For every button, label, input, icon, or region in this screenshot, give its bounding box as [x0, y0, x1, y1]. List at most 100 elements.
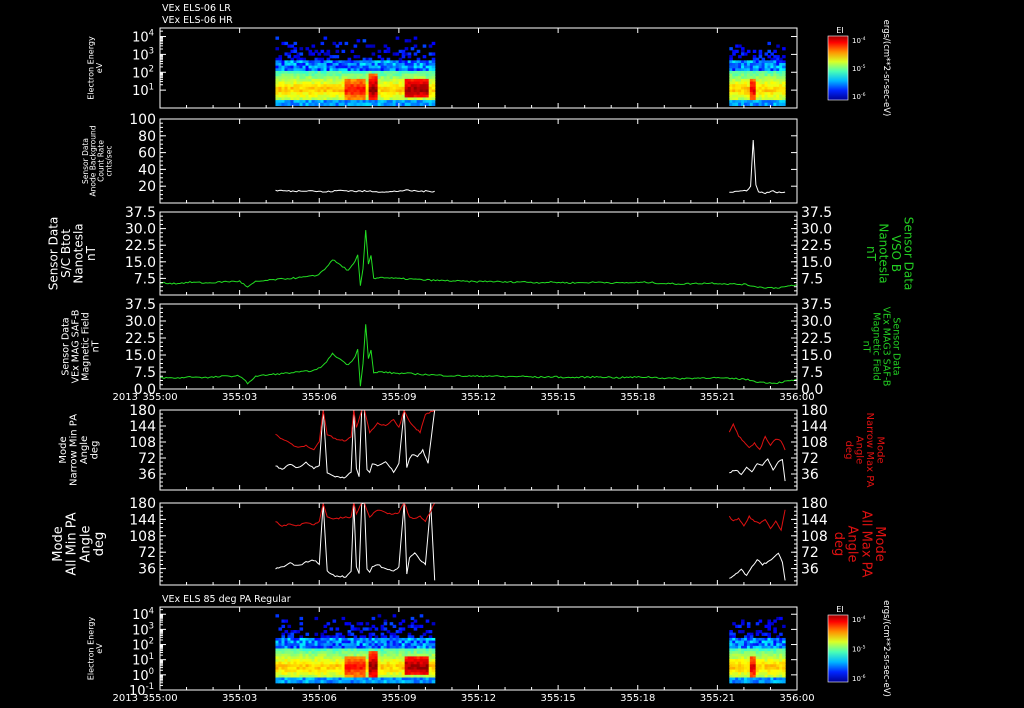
spectrogram-cell — [299, 47, 304, 51]
spectrogram-cell — [395, 52, 400, 56]
panel-title: VEx ELS-06 LR — [162, 3, 231, 14]
ylabel-mag-saf-b: Sensor DataVEx MAG SAF-BMagnetic FieldnT — [60, 310, 101, 384]
spectrogram-cell — [350, 49, 355, 54]
tick-base: 10 — [132, 669, 149, 684]
ylabel-anode-background: Sensor DataAnode BackgroundCount Ratecnt… — [81, 125, 114, 196]
spectrogram-cell — [377, 49, 382, 54]
spectrogram-cell — [776, 44, 780, 48]
axis-label-line: cnts/sec — [104, 146, 113, 177]
x-tick-label: 355:21 — [700, 693, 735, 704]
tick-exponent: 1 — [149, 81, 154, 91]
colorbar-units-text: ergs/(cm**2-sr-sec-eV) — [881, 20, 891, 117]
y-tick-label: 180 — [129, 496, 156, 512]
axis-label-line: Narrow Min PA — [68, 414, 79, 486]
panel-title: VEx ELS-06 HR — [162, 15, 233, 26]
spectrogram-els-energy-lr-hr — [275, 36, 786, 106]
y-tick-label: 102 — [132, 63, 154, 81]
series-group-mag-saf-b — [160, 324, 797, 387]
tick-base: 10 — [132, 623, 149, 638]
colorbar-units: ergs/(cm**2-sr-sec-eV) — [881, 20, 891, 117]
spectrogram-cell — [413, 36, 418, 40]
spectrogram-cell — [377, 614, 382, 618]
spectrogram-cell — [341, 616, 346, 621]
y-tick-label: 20 — [138, 179, 156, 195]
y-tick-label-right: 108 — [801, 529, 828, 545]
tick-exponent: 1 — [149, 651, 154, 661]
series-line-white — [729, 552, 786, 581]
panel-title: VEx ELS 85 deg PA Regular — [162, 594, 291, 605]
tick-exponent: -5 — [861, 64, 866, 70]
y-tick-label: 22.5 — [125, 238, 156, 254]
y-tick-label: 40 — [138, 162, 156, 178]
series-group-anode-background — [275, 139, 786, 195]
spectrogram-cell — [743, 52, 748, 56]
y-tick-label: 103 — [132, 46, 154, 64]
tick-exponent: 2 — [149, 63, 154, 73]
spectrogram-cell — [371, 52, 376, 56]
panel-frame-all-pa — [159, 502, 798, 586]
spectrogram-cell — [767, 627, 771, 631]
spectrogram-cell — [344, 41, 349, 46]
axis-label-line: deg — [831, 532, 846, 557]
x-tick-label: 355:18 — [620, 392, 655, 403]
axis-label-line: eV — [95, 643, 104, 654]
y-tick-label: 72 — [138, 545, 156, 561]
spectrogram-cell — [314, 632, 319, 636]
tick-base: 10 — [852, 646, 861, 654]
tick-base: 10 — [852, 93, 861, 101]
spectrogram-cell — [419, 624, 424, 629]
colorbar-tick-label: 10-5 — [852, 644, 866, 653]
colorbar-tick-label: 10-4 — [852, 615, 866, 624]
tick-exponent: -6 — [861, 674, 866, 680]
spectrogram-cell — [431, 680, 436, 684]
multi-panel-plot: 101102103104VEx ELS-06 LRVEx ELS-06 HREI… — [46, 3, 915, 704]
x-tick-label: 355:03 — [222, 693, 257, 704]
tick-exponent: -4 — [861, 36, 866, 42]
tick-exponent: 4 — [149, 605, 154, 615]
spectrogram-cell — [353, 44, 358, 48]
spectrogram-cell — [341, 49, 346, 54]
spectrogram-cell — [746, 624, 751, 629]
spectrogram-cell — [425, 619, 430, 623]
spectrogram-cell — [278, 627, 283, 631]
y-tick-label: 30.0 — [125, 222, 156, 238]
ylabel-right-mag-saf-b: Sensor DataVEx MAG3 SAF-BMagnetic Fieldn… — [861, 307, 902, 387]
y-tick-label-right: 180 — [801, 403, 828, 419]
y-tick-label: 100 — [129, 112, 156, 128]
ylabel-narrow-pa: Mode Narrow Min PA Angle deg — [58, 414, 101, 486]
ylabel-els-energy-lr-hr: Electron Energy eV — [87, 36, 104, 100]
axis-label-line: Mode — [874, 436, 885, 463]
y-tick-label: 7.5 — [134, 271, 156, 287]
colorbar-title: EI — [836, 26, 843, 35]
axis-label-line: nT — [90, 340, 101, 352]
spectrogram-cell — [296, 630, 301, 634]
spectrogram-cell — [305, 632, 310, 636]
tick-exponent: 2 — [149, 636, 154, 646]
spectrogram-cell — [767, 41, 771, 46]
y-tick-label: 108 — [129, 529, 156, 545]
x-tick-label: 355:03 — [222, 392, 257, 403]
y-tick-label: 15.0 — [125, 348, 156, 364]
spectrogram-cell — [431, 52, 436, 56]
spectrogram-cell — [332, 619, 337, 623]
axis-label-line: deg — [89, 441, 100, 460]
spectrogram-cell — [392, 614, 397, 618]
ylabel-right-all-pa: ModeAll Max PAAngledeg — [831, 510, 887, 577]
tick-base: 10 — [132, 608, 149, 623]
spectrogram-cell — [356, 39, 361, 43]
y-tick-label-right: 7.5 — [801, 271, 823, 287]
y-tick-label-right: 72 — [801, 451, 819, 467]
spectrogram-cell — [335, 49, 340, 54]
axis-label-line: deg — [92, 532, 107, 557]
spectrogram-cell — [335, 627, 340, 631]
spectrogram-cell — [323, 624, 328, 629]
x-tick-label: 356:00 — [779, 693, 814, 704]
spectrogram-cell — [359, 622, 364, 626]
y-tick-label: 144 — [129, 419, 156, 435]
axis-label-line: Narrow Max PA — [864, 413, 875, 488]
spectrogram-cell — [275, 614, 280, 618]
spectrogram-cell — [317, 52, 322, 56]
ylabel-all-pa: ModeAll Min PAAngledeg — [51, 512, 107, 575]
spectrogram-cell — [320, 41, 325, 46]
y-tick-label-right: 22.5 — [801, 238, 832, 254]
